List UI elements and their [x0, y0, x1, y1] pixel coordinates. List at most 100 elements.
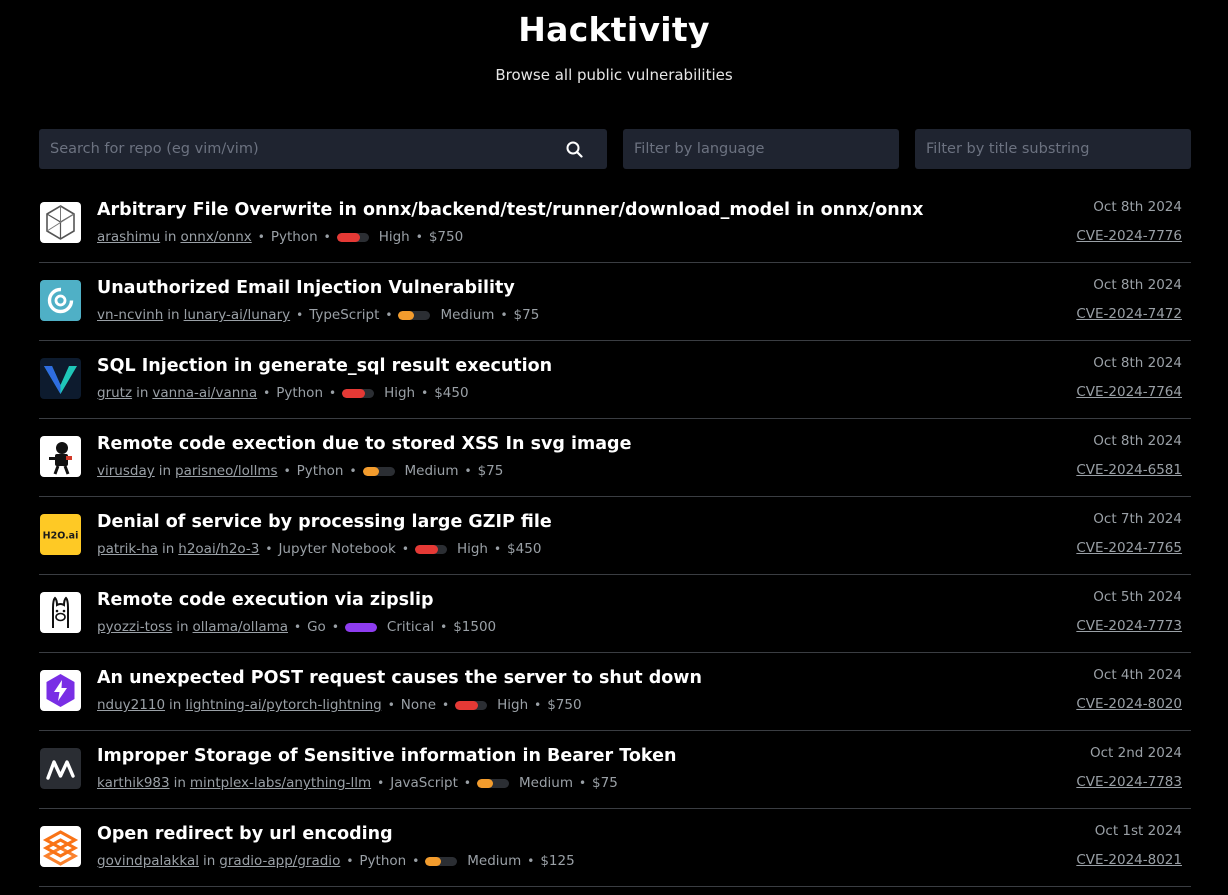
report-title[interactable]: SQL Injection in generate_sql result exe…	[97, 356, 552, 376]
repo-link[interactable]: vanna-ai/vanna	[152, 385, 257, 401]
severity-label: High	[497, 697, 529, 713]
repo-link[interactable]: gradio-app/gradio	[219, 853, 340, 869]
in-separator: in	[161, 541, 175, 557]
dot-separator: •	[346, 854, 354, 868]
report-date: Oct 5th 2024	[1093, 589, 1182, 605]
lunary-logo-icon	[40, 280, 81, 321]
cve-link[interactable]: CVE-2024-7765	[1076, 540, 1182, 556]
reporter-link[interactable]: vn-ncvinh	[97, 307, 163, 323]
repo-link[interactable]: lunary-ai/lunary	[184, 307, 291, 323]
report-row[interactable]: SQL Injection in generate_sql result exe…	[39, 341, 1191, 419]
bounty-amount: $75	[513, 307, 540, 323]
dot-separator: •	[331, 620, 339, 634]
repo-link[interactable]: parisneo/lollms	[175, 463, 278, 479]
reporter-link[interactable]: govindpalakkal	[97, 853, 199, 869]
cve-link[interactable]: CVE-2024-7472	[1076, 306, 1182, 322]
report-date: Oct 8th 2024	[1093, 277, 1182, 293]
report-row[interactable]: An unexpected POST request causes the se…	[39, 653, 1191, 731]
title-filter-input[interactable]	[915, 129, 1191, 169]
hacktivity-page: Hacktivity Browse all public vulnerabili…	[0, 0, 1228, 895]
cve-link[interactable]: CVE-2024-7783	[1076, 774, 1182, 790]
cve-link[interactable]: CVE-2024-7764	[1076, 384, 1182, 400]
repo-link[interactable]: mintplex-labs/anything-llm	[190, 775, 371, 791]
report-row[interactable]: Improper Storage of Sensitive informatio…	[39, 731, 1191, 809]
report-title[interactable]: Arbitrary File Overwrite in onnx/backend…	[97, 200, 923, 220]
bounty-amount: $125	[540, 853, 575, 869]
severity-label: Medium	[467, 853, 522, 869]
cve-link[interactable]: CVE-2024-8021	[1076, 852, 1182, 868]
report-row[interactable]: Unauthorized Email Injection Vulnerabili…	[39, 263, 1191, 341]
repo-search-input[interactable]	[39, 129, 607, 169]
report-row[interactable]: Remote code execution via zipslip pyozzi-…	[39, 575, 1191, 653]
report-row[interactable]: Open redirect by url encoding govindpalak…	[39, 809, 1191, 887]
h2o-logo-icon: H2O.ai	[40, 514, 81, 555]
repo-link[interactable]: h2oai/h2o-3	[178, 541, 259, 557]
dot-separator: •	[421, 386, 429, 400]
dot-separator: •	[385, 308, 393, 322]
cve-link[interactable]: CVE-2024-8020	[1076, 696, 1182, 712]
report-date: Oct 7th 2024	[1093, 511, 1182, 527]
anything-llm-logo-icon	[40, 748, 81, 789]
search-icon[interactable]	[566, 141, 583, 158]
bounty-amount: $75	[477, 463, 504, 479]
language-label: Python	[359, 853, 407, 869]
report-meta: grutz in vanna-ai/vanna • Python • High • $450	[97, 385, 469, 401]
reporter-link[interactable]: grutz	[97, 385, 132, 401]
cve-link[interactable]: CVE-2024-7773	[1076, 618, 1182, 634]
vanna-logo-icon	[40, 358, 81, 399]
report-title[interactable]: An unexpected POST request causes the se…	[97, 668, 702, 688]
severity-label: High	[378, 229, 410, 245]
reporter-link[interactable]: arashimu	[97, 229, 160, 245]
report-title[interactable]: Remote code execution via zipslip	[97, 590, 434, 610]
dot-separator: •	[377, 776, 385, 790]
report-meta: karthik983 in mintplex-labs/anything-llm • J…	[97, 775, 618, 791]
bounty-amount: $1500	[453, 619, 497, 635]
in-separator: in	[173, 775, 186, 791]
cve-link[interactable]: CVE-2024-7776	[1076, 228, 1182, 244]
report-meta: govindpalakkal in gradio-app/gradio • Python…	[97, 853, 575, 869]
repo-link[interactable]: onnx/onnx	[180, 229, 251, 245]
report-title[interactable]: Denial of service by processing large GZ…	[97, 512, 552, 532]
dot-separator: •	[329, 386, 337, 400]
dot-separator: •	[257, 230, 265, 244]
dot-separator: •	[500, 308, 508, 322]
report-meta: patrik-ha in h2oai/h2o-3 • Jupyter Notebook •…	[97, 541, 541, 557]
bounty-amount: $75	[592, 775, 618, 791]
reporter-link[interactable]: karthik983	[97, 775, 170, 791]
severity-bar-fill	[476, 778, 493, 788]
report-list: Arbitrary File Overwrite in onnx/backend…	[39, 185, 1191, 887]
severity-bar-fill	[344, 622, 377, 632]
report-title[interactable]: Improper Storage of Sensitive informatio…	[97, 746, 676, 766]
severity-bar	[455, 700, 488, 710]
dot-separator: •	[464, 464, 472, 478]
dot-separator: •	[283, 464, 291, 478]
report-row[interactable]: Remote code exection due to stored XSS I…	[39, 419, 1191, 497]
ollama-logo-icon	[40, 592, 81, 633]
page-title: Hacktivity	[518, 10, 710, 49]
reporter-link[interactable]: nduy2110	[97, 697, 165, 713]
dot-separator: •	[578, 776, 587, 790]
reporter-link[interactable]: patrik-ha	[97, 541, 158, 557]
report-title[interactable]: Unauthorized Email Injection Vulnerabili…	[97, 278, 515, 298]
dot-separator: •	[415, 230, 423, 244]
language-label: None	[400, 697, 437, 713]
report-title[interactable]: Remote code exection due to stored XSS I…	[97, 434, 631, 454]
severity-label: Medium	[518, 775, 573, 791]
report-row[interactable]: H2O.ai Denial of service by processing la…	[39, 497, 1191, 575]
report-title[interactable]: Open redirect by url encoding	[97, 824, 393, 844]
bounty-amount: $750	[428, 229, 464, 245]
repo-link[interactable]: lightning-ai/pytorch-lightning	[185, 697, 381, 713]
severity-bar-fill	[336, 232, 360, 242]
report-row[interactable]: Arbitrary File Overwrite in onnx/backend…	[39, 185, 1191, 263]
repo-link[interactable]: ollama/ollama	[193, 619, 288, 635]
reporter-link[interactable]: virusday	[97, 463, 155, 479]
report-date: Oct 4th 2024	[1093, 667, 1182, 683]
dot-separator: •	[463, 776, 471, 790]
reporter-link[interactable]: pyozzi-toss	[97, 619, 172, 635]
severity-bar-fill	[398, 310, 415, 320]
dot-separator: •	[387, 698, 395, 712]
in-separator: in	[169, 697, 182, 713]
cve-link[interactable]: CVE-2024-6581	[1076, 462, 1182, 478]
language-filter-input[interactable]	[623, 129, 899, 169]
bounty-amount: $750	[547, 697, 582, 713]
